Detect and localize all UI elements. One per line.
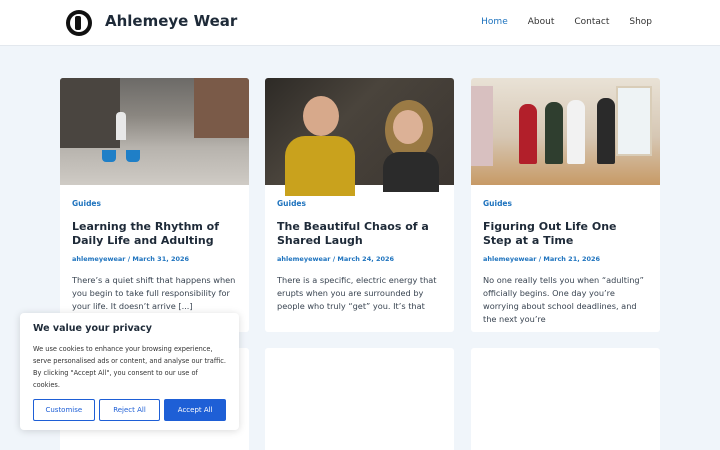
cookie-title: We value your privacy xyxy=(33,323,152,334)
post-card-placeholder xyxy=(265,348,454,450)
site-logo[interactable] xyxy=(66,10,92,36)
site-header: Ahlemeye Wear Home About Contact Shop xyxy=(0,0,720,46)
post-card: Guides Figuring Out Life One Step at a T… xyxy=(471,78,660,332)
image-building-left xyxy=(60,78,120,148)
image-window xyxy=(616,86,652,156)
cookie-actions: Customise Reject All Accept All xyxy=(33,399,227,421)
cookie-consent-banner: We value your privacy We use cookies to … xyxy=(20,313,239,430)
image-student-white xyxy=(567,100,585,164)
post-image-laugh[interactable] xyxy=(265,78,454,196)
image-bucket-right xyxy=(126,150,140,162)
image-wall xyxy=(471,86,493,166)
logo-figure-icon xyxy=(75,16,81,30)
post-image-street[interactable] xyxy=(60,78,249,185)
image-face-right xyxy=(393,110,423,144)
site-title[interactable]: Ahlemeye Wear xyxy=(105,12,237,30)
image-person-dark xyxy=(383,152,439,192)
post-card: Guides The Beautiful Chaos of a Shared L… xyxy=(265,78,454,332)
nav-home[interactable]: Home xyxy=(481,17,508,27)
image-student-red xyxy=(519,104,537,164)
post-title[interactable]: Figuring Out Life One Step at a Time xyxy=(483,220,648,247)
post-meta[interactable]: ahlemeyewear / March 21, 2026 xyxy=(483,255,648,263)
image-person-yellow xyxy=(285,136,355,196)
main-nav: Home About Contact Shop xyxy=(481,17,652,27)
post-body: Guides Learning the Rhythm of Daily Life… xyxy=(60,185,249,313)
customise-button[interactable]: Customise xyxy=(33,399,95,421)
post-excerpt: There’s a quiet shift that happens when … xyxy=(72,275,236,311)
image-student-black xyxy=(597,98,615,164)
image-student-green xyxy=(545,102,563,164)
post-excerpt: There is a specific, electric energy tha… xyxy=(277,275,437,311)
image-face-left xyxy=(303,96,339,136)
nav-about[interactable]: About xyxy=(528,17,555,27)
post-card: Guides Learning the Rhythm of Daily Life… xyxy=(60,78,249,332)
post-image-hallway[interactable] xyxy=(471,78,660,185)
post-excerpt: No one really tells you when “adulting” … xyxy=(483,275,644,324)
post-body: Guides The Beautiful Chaos of a Shared L… xyxy=(265,185,454,313)
image-building-right xyxy=(194,78,249,138)
nav-shop[interactable]: Shop xyxy=(629,17,652,27)
image-bucket-left xyxy=(102,150,116,162)
post-category[interactable]: Guides xyxy=(277,199,442,208)
image-person xyxy=(116,112,126,140)
post-category[interactable]: Guides xyxy=(483,199,648,208)
accept-all-button[interactable]: Accept All xyxy=(164,399,227,421)
post-title[interactable]: The Beautiful Chaos of a Shared Laugh xyxy=(277,220,442,247)
cookie-text: We use cookies to enhance your browsing … xyxy=(33,345,226,389)
post-meta[interactable]: ahlemeyewear / March 24, 2026 xyxy=(277,255,442,263)
post-title[interactable]: Learning the Rhythm of Daily Life and Ad… xyxy=(72,220,237,247)
post-card-placeholder xyxy=(471,348,660,450)
nav-contact[interactable]: Contact xyxy=(574,17,609,27)
post-category[interactable]: Guides xyxy=(72,199,237,208)
post-meta[interactable]: ahlemeyewear / March 31, 2026 xyxy=(72,255,237,263)
reject-all-button[interactable]: Reject All xyxy=(98,399,161,421)
post-body: Guides Figuring Out Life One Step at a T… xyxy=(471,185,660,326)
